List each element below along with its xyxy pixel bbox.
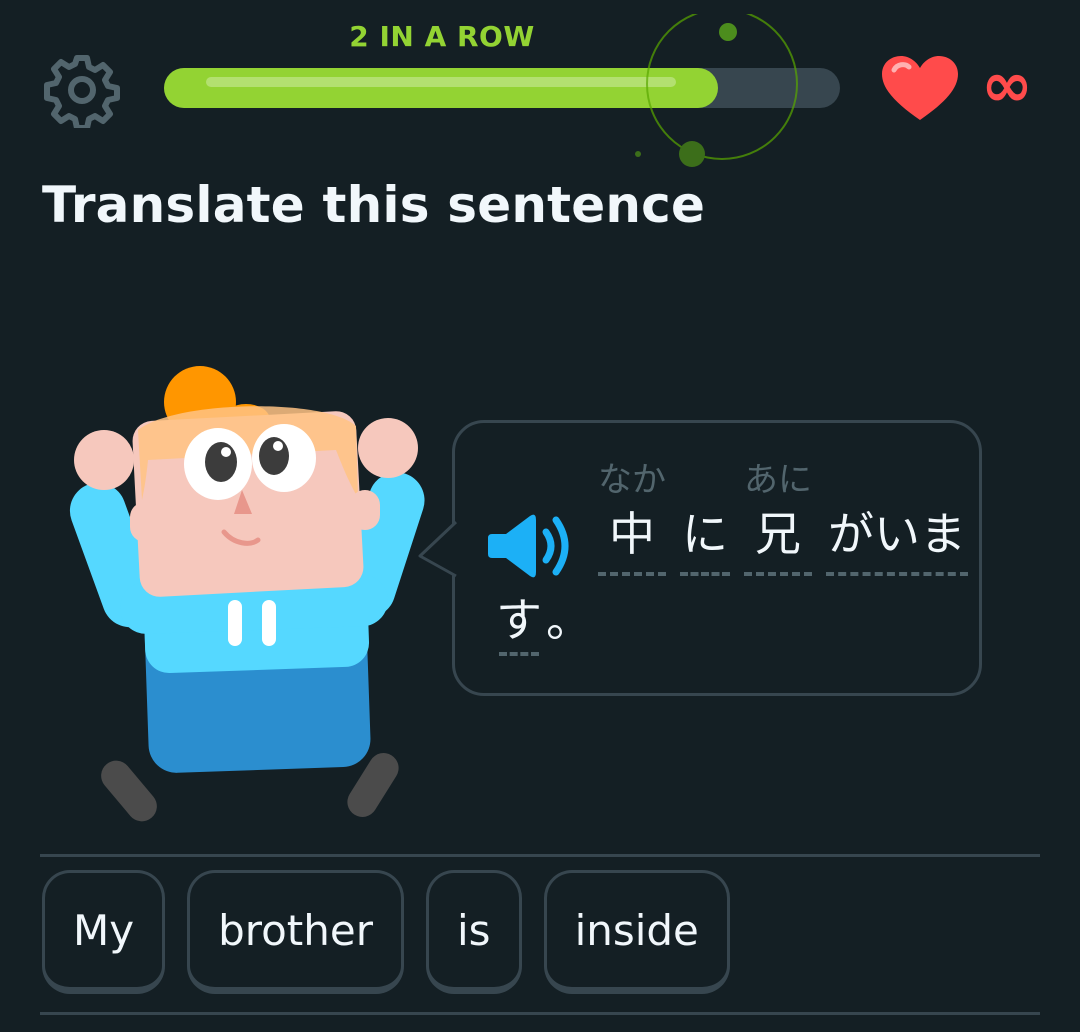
word-chip[interactable]: is (426, 870, 522, 994)
page-title: Translate this sentence (42, 176, 706, 234)
furigana: あに (744, 460, 812, 500)
answer-line-divider (40, 1012, 1040, 1015)
word-token[interactable]: す (494, 588, 544, 656)
token-text: 兄 (755, 507, 801, 561)
word-token[interactable]: がいま (826, 458, 968, 576)
word-chip[interactable]: brother (187, 870, 404, 994)
heart-icon[interactable] (880, 54, 960, 124)
punctuation: 。 (544, 588, 594, 652)
speaker-icon[interactable] (486, 508, 576, 584)
token-underline (499, 652, 539, 656)
word-chip[interactable]: My (42, 870, 166, 994)
token-underline (744, 572, 812, 576)
token-text: に (682, 507, 728, 561)
token-underline (680, 572, 730, 576)
word-chip[interactable]: inside (543, 870, 730, 994)
token-text: がいま (828, 507, 966, 561)
answer-line-divider (40, 854, 1040, 857)
token-underline (598, 572, 666, 576)
sparkle-effect (635, 14, 798, 167)
word-token[interactable]: あに 兄 (744, 458, 812, 576)
speech-bubble-tail (418, 520, 458, 578)
answer-area: My brother is inside (42, 870, 730, 1000)
token-text: 中 (609, 507, 655, 561)
token-text: す (496, 593, 542, 647)
word-token[interactable]: なか 中 (598, 458, 666, 576)
furigana: なか (598, 460, 666, 500)
gear-icon[interactable] (44, 52, 120, 131)
prompt-line-1: なか 中 に あに 兄 がいま (598, 458, 968, 576)
token-underline (826, 572, 968, 576)
prompt-line-2: す 。 (494, 588, 594, 656)
progress-shine (206, 77, 676, 87)
character-illustration (69, 366, 425, 822)
word-token[interactable]: に (680, 458, 730, 576)
token-text: 。 (546, 593, 592, 647)
hearts-count: ∞ (981, 48, 1033, 121)
